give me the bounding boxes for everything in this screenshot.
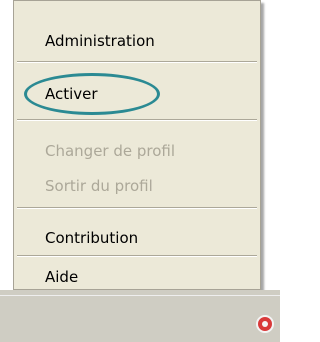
menu-separator: [17, 119, 257, 121]
red-circle-icon[interactable]: [256, 315, 274, 333]
taskbar-edge: [0, 295, 280, 296]
menu-item-label: Aide: [45, 268, 79, 286]
menu-separator: [17, 207, 257, 209]
context-menu: Administration Activer Changer de profil…: [13, 0, 261, 290]
menu-item-label: Activer: [45, 85, 98, 103]
menu-item-administration[interactable]: Administration: [14, 23, 260, 59]
menu-item-label: Contribution: [45, 229, 139, 247]
menu-item-changer-de-profil: Changer de profil: [14, 133, 260, 169]
menu-item-aide[interactable]: Aide: [14, 267, 260, 287]
menu-separator: [17, 61, 257, 63]
menu-item-activer[interactable]: Activer: [14, 76, 260, 112]
menu-item-label: Sortir du profil: [45, 177, 153, 195]
menu-item-label: Changer de profil: [45, 142, 176, 160]
menu-item-label: Administration: [45, 32, 155, 50]
menu-item-sortir-du-profil: Sortir du profil: [14, 168, 260, 204]
menu-item-contribution[interactable]: Contribution: [14, 220, 260, 256]
taskbar: [0, 290, 280, 342]
menu-separator: [17, 255, 257, 257]
